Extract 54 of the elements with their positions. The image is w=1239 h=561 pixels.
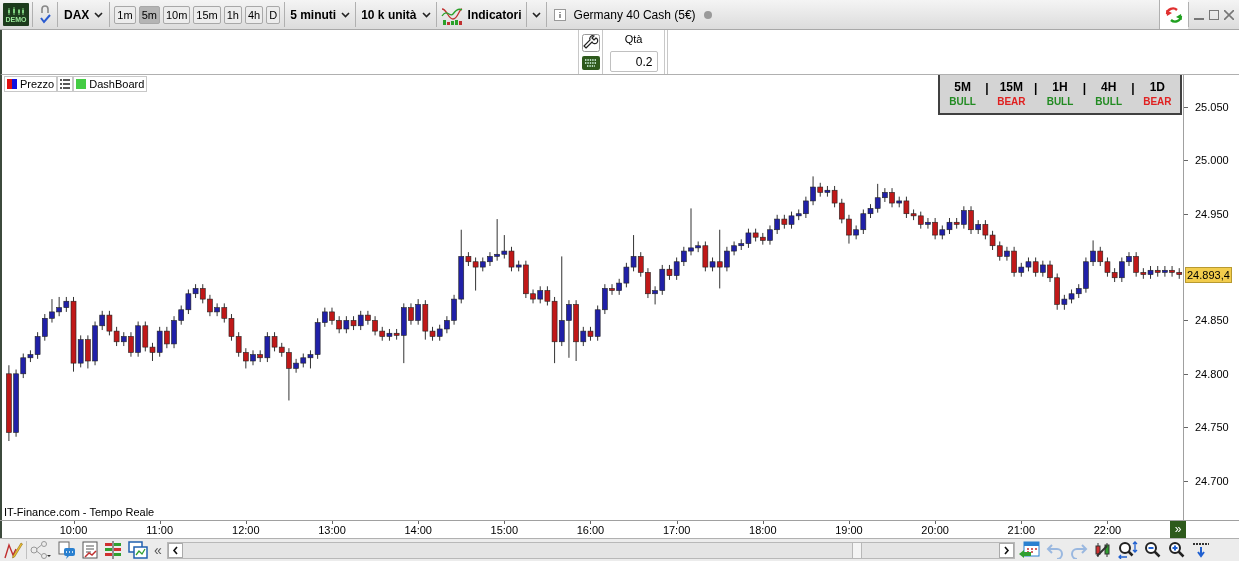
axis-label: 25.000 — [1195, 154, 1229, 168]
signal-label: BULL — [949, 95, 976, 109]
axis-label: 12:00 — [231, 524, 261, 537]
legend-item[interactable]: DashBoard — [73, 76, 148, 92]
signal-label: BEAR — [997, 95, 1026, 109]
axis-label: 13:00 — [317, 524, 347, 537]
quantity-field[interactable]: 0.2 — [609, 51, 658, 72]
axis-label: 25.050 — [1195, 101, 1229, 114]
signal-label: BULL — [1046, 95, 1074, 109]
axis-label: 20:00 — [920, 524, 950, 537]
axis-label: 24.800 — [1195, 367, 1229, 381]
indicators-button[interactable]: Indicatori — [436, 0, 526, 29]
axis-label: 16:00 — [575, 524, 606, 537]
collapse-button[interactable]: « — [154, 543, 162, 557]
signal-label: BULL — [1095, 95, 1122, 109]
timeframe-button[interactable]: D — [266, 5, 281, 24]
timeframe-button[interactable]: 4h — [244, 5, 264, 24]
timeframe-button[interactable]: 10m — [162, 5, 191, 24]
timeframe-button[interactable]: 1h — [223, 5, 242, 24]
timeframe-button[interactable]: 15m — [193, 5, 221, 24]
scroll-end-button[interactable]: » — [1170, 521, 1186, 538]
quantity-label: Qtà — [624, 32, 643, 46]
axis-label: 18:00 — [748, 524, 778, 537]
timeframe-label: 15M — [999, 79, 1023, 95]
instrument-name: Germany 40 Cash (5€) — [573, 6, 696, 24]
source-label: IT-Finance.com - Tempo Reale — [4, 506, 155, 519]
axis-label: 21:00 — [1006, 524, 1037, 537]
axis-label: 17:00 — [661, 524, 692, 537]
timeframe-label: 5M — [954, 79, 971, 95]
axis-label: 24.950 — [1195, 207, 1229, 221]
axis-label: 14:00 — [403, 524, 433, 537]
axis-label: 22:00 — [1092, 524, 1123, 537]
legend-item[interactable]: Prezzo — [4, 76, 58, 92]
timeframe-label: 1D — [1149, 79, 1165, 95]
axis-label: 15:00 — [489, 524, 520, 537]
period-dropdown[interactable]: 5 minuti — [285, 0, 356, 29]
separator-text: | — [1034, 80, 1038, 97]
timeframe-label: 4H — [1101, 79, 1117, 95]
timeframe-label: 1H — [1052, 79, 1068, 95]
symbol-dropdown[interactable]: DAX — [58, 0, 110, 29]
axis-label: 24.700 — [1195, 474, 1229, 488]
axis-label: 19:00 — [834, 524, 864, 537]
axis-label: 11:00 — [145, 524, 175, 537]
axis-label: 24.750 — [1195, 421, 1229, 435]
price-tag: 24.893,4 — [1185, 266, 1232, 283]
separator-text: | — [985, 80, 989, 97]
axis-label: 10:00 — [58, 524, 89, 537]
timeframe-button[interactable]: 5m — [138, 5, 160, 24]
separator-text: | — [1082, 80, 1086, 97]
separator-text: | — [1131, 80, 1135, 97]
axis-label: 24.850 — [1195, 314, 1229, 328]
timeframe-button[interactable]: 1m — [114, 5, 136, 24]
signal-label: BEAR — [1143, 95, 1172, 109]
quantity-dropdown[interactable]: 10 k unità — [356, 0, 436, 29]
